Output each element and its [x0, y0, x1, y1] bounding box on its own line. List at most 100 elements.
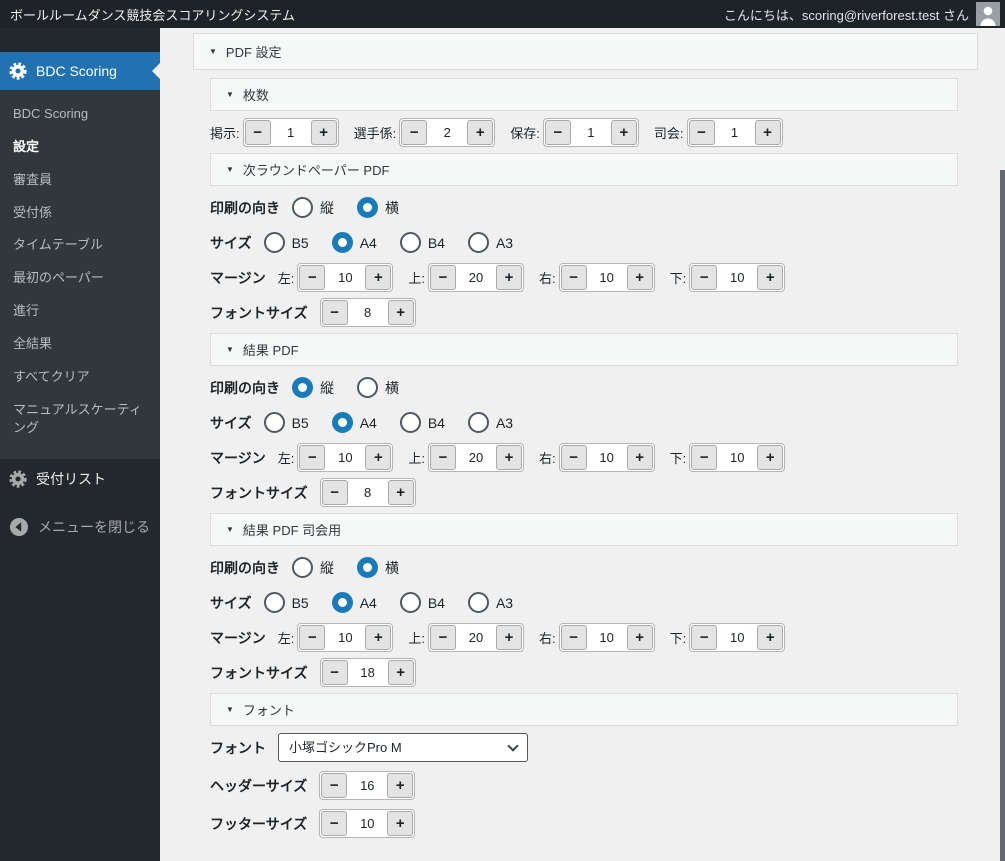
minus-button[interactable]: − — [691, 445, 718, 470]
radio-portrait[interactable] — [292, 197, 313, 218]
minus-button[interactable]: − — [321, 300, 348, 325]
margin-value-input[interactable] — [586, 445, 627, 470]
margin-value-input[interactable] — [717, 625, 758, 650]
section-header-sheet-count[interactable]: ▼ 枚数 — [210, 78, 958, 111]
radio-a4[interactable] — [331, 592, 353, 613]
plus-button[interactable]: + — [365, 265, 392, 290]
radio-b4[interactable] — [399, 592, 421, 613]
plus-button[interactable]: + — [387, 811, 414, 836]
plus-button[interactable]: + — [757, 625, 784, 650]
header-size-value-input[interactable] — [347, 773, 388, 798]
plus-button[interactable]: + — [610, 120, 637, 145]
font-size-value-input[interactable] — [347, 480, 388, 505]
minus-button[interactable]: − — [321, 773, 348, 798]
radio-a3[interactable] — [467, 592, 489, 613]
radio-b5[interactable] — [263, 232, 285, 253]
submenu-item[interactable]: 受付係 — [0, 197, 160, 230]
minus-button[interactable]: − — [560, 625, 587, 650]
section-header[interactable]: ▼ 結果 PDF — [210, 333, 958, 366]
sidebar-item-bdc-scoring[interactable]: BDC Scoring — [0, 52, 160, 90]
minus-button[interactable]: − — [299, 625, 326, 650]
plus-button[interactable]: + — [467, 120, 494, 145]
margin-value-input[interactable] — [455, 265, 496, 290]
font-size-value-input[interactable] — [347, 660, 388, 685]
submenu-item[interactable]: 最初のペーパー — [0, 262, 160, 295]
submenu-item[interactable]: 設定 — [0, 131, 160, 164]
submenu-item[interactable]: マニュアルスケーティング — [0, 394, 160, 446]
minus-button[interactable]: − — [321, 660, 348, 685]
minus-button[interactable]: − — [429, 625, 456, 650]
plus-button[interactable]: + — [626, 445, 653, 470]
margin-value-input[interactable] — [586, 625, 627, 650]
margin-value-input[interactable] — [325, 445, 366, 470]
radio-b5[interactable] — [263, 592, 285, 613]
plus-button[interactable]: + — [365, 445, 392, 470]
section-header[interactable]: ▼ 次ラウンドペーパー PDF — [210, 153, 958, 186]
footer-size-value-input[interactable] — [347, 811, 388, 836]
radio-b4[interactable] — [399, 232, 421, 253]
margin-value-input[interactable] — [325, 625, 366, 650]
radio-a3[interactable] — [467, 232, 489, 253]
plus-button[interactable]: + — [495, 625, 522, 650]
site-title[interactable]: ボールルームダンス競技会スコアリングシステム — [10, 5, 295, 24]
vertical-scrollbar-thumb[interactable] — [1000, 170, 1005, 861]
radio-portrait[interactable] — [292, 377, 313, 398]
radio-b4[interactable] — [399, 412, 421, 433]
plus-button[interactable]: + — [757, 445, 784, 470]
radio-b5[interactable] — [263, 412, 285, 433]
margin-value-input[interactable] — [586, 265, 627, 290]
section-header-font[interactable]: ▼ フォント — [210, 693, 958, 726]
section-header[interactable]: ▼ 結果 PDF 司会用 — [210, 513, 958, 546]
minus-button[interactable]: − — [688, 120, 715, 145]
plus-button[interactable]: + — [365, 625, 392, 650]
plus-button[interactable]: + — [310, 120, 337, 145]
count-value-input[interactable] — [270, 120, 311, 145]
submenu-item[interactable]: すべてクリア — [0, 361, 160, 394]
margin-value-input[interactable] — [717, 265, 758, 290]
count-value-input[interactable] — [714, 120, 755, 145]
account-menu[interactable]: こんにちは、scoring@riverforest.test さん — [724, 2, 1000, 26]
minus-button[interactable]: − — [244, 120, 271, 145]
minus-button[interactable]: − — [429, 265, 456, 290]
minus-button[interactable]: − — [401, 120, 428, 145]
plus-button[interactable]: + — [387, 480, 414, 505]
minus-button[interactable]: − — [321, 480, 348, 505]
radio-a4[interactable] — [331, 232, 353, 253]
radio-a4[interactable] — [331, 412, 353, 433]
plus-button[interactable]: + — [387, 773, 414, 798]
count-value-input[interactable] — [427, 120, 468, 145]
minus-button[interactable]: − — [691, 625, 718, 650]
margin-value-input[interactable] — [455, 625, 496, 650]
submenu-item[interactable]: 全結果 — [0, 328, 160, 361]
plus-button[interactable]: + — [626, 625, 653, 650]
minus-button[interactable]: − — [560, 265, 587, 290]
accordion-header-pdf-settings[interactable]: ▼ PDF 設定 — [193, 33, 978, 70]
plus-button[interactable]: + — [754, 120, 781, 145]
submenu-item[interactable]: タイムテーブル — [0, 229, 160, 262]
plus-button[interactable]: + — [626, 265, 653, 290]
submenu-item[interactable]: 進行 — [0, 295, 160, 328]
plus-button[interactable]: + — [757, 265, 784, 290]
user-avatar[interactable] — [976, 2, 1000, 26]
submenu-item[interactable]: BDC Scoring — [0, 98, 160, 131]
radio-a3[interactable] — [467, 412, 489, 433]
plus-button[interactable]: + — [387, 300, 414, 325]
plus-button[interactable]: + — [387, 660, 414, 685]
radio-landscape[interactable] — [357, 377, 378, 398]
margin-value-input[interactable] — [717, 445, 758, 470]
minus-button[interactable]: − — [544, 120, 571, 145]
count-value-input[interactable] — [570, 120, 611, 145]
plus-button[interactable]: + — [495, 265, 522, 290]
radio-portrait[interactable] — [292, 557, 313, 578]
minus-button[interactable]: − — [299, 445, 326, 470]
radio-landscape[interactable] — [357, 197, 378, 218]
minus-button[interactable]: − — [429, 445, 456, 470]
submenu-item[interactable]: 審査員 — [0, 164, 160, 197]
margin-value-input[interactable] — [325, 265, 366, 290]
sidebar-item-reception-list[interactable]: 受付リスト — [0, 459, 160, 499]
font-size-value-input[interactable] — [347, 300, 388, 325]
font-select[interactable]: 小塚ゴシックPro M — [278, 733, 528, 762]
plus-button[interactable]: + — [495, 445, 522, 470]
minus-button[interactable]: − — [299, 265, 326, 290]
margin-value-input[interactable] — [455, 445, 496, 470]
